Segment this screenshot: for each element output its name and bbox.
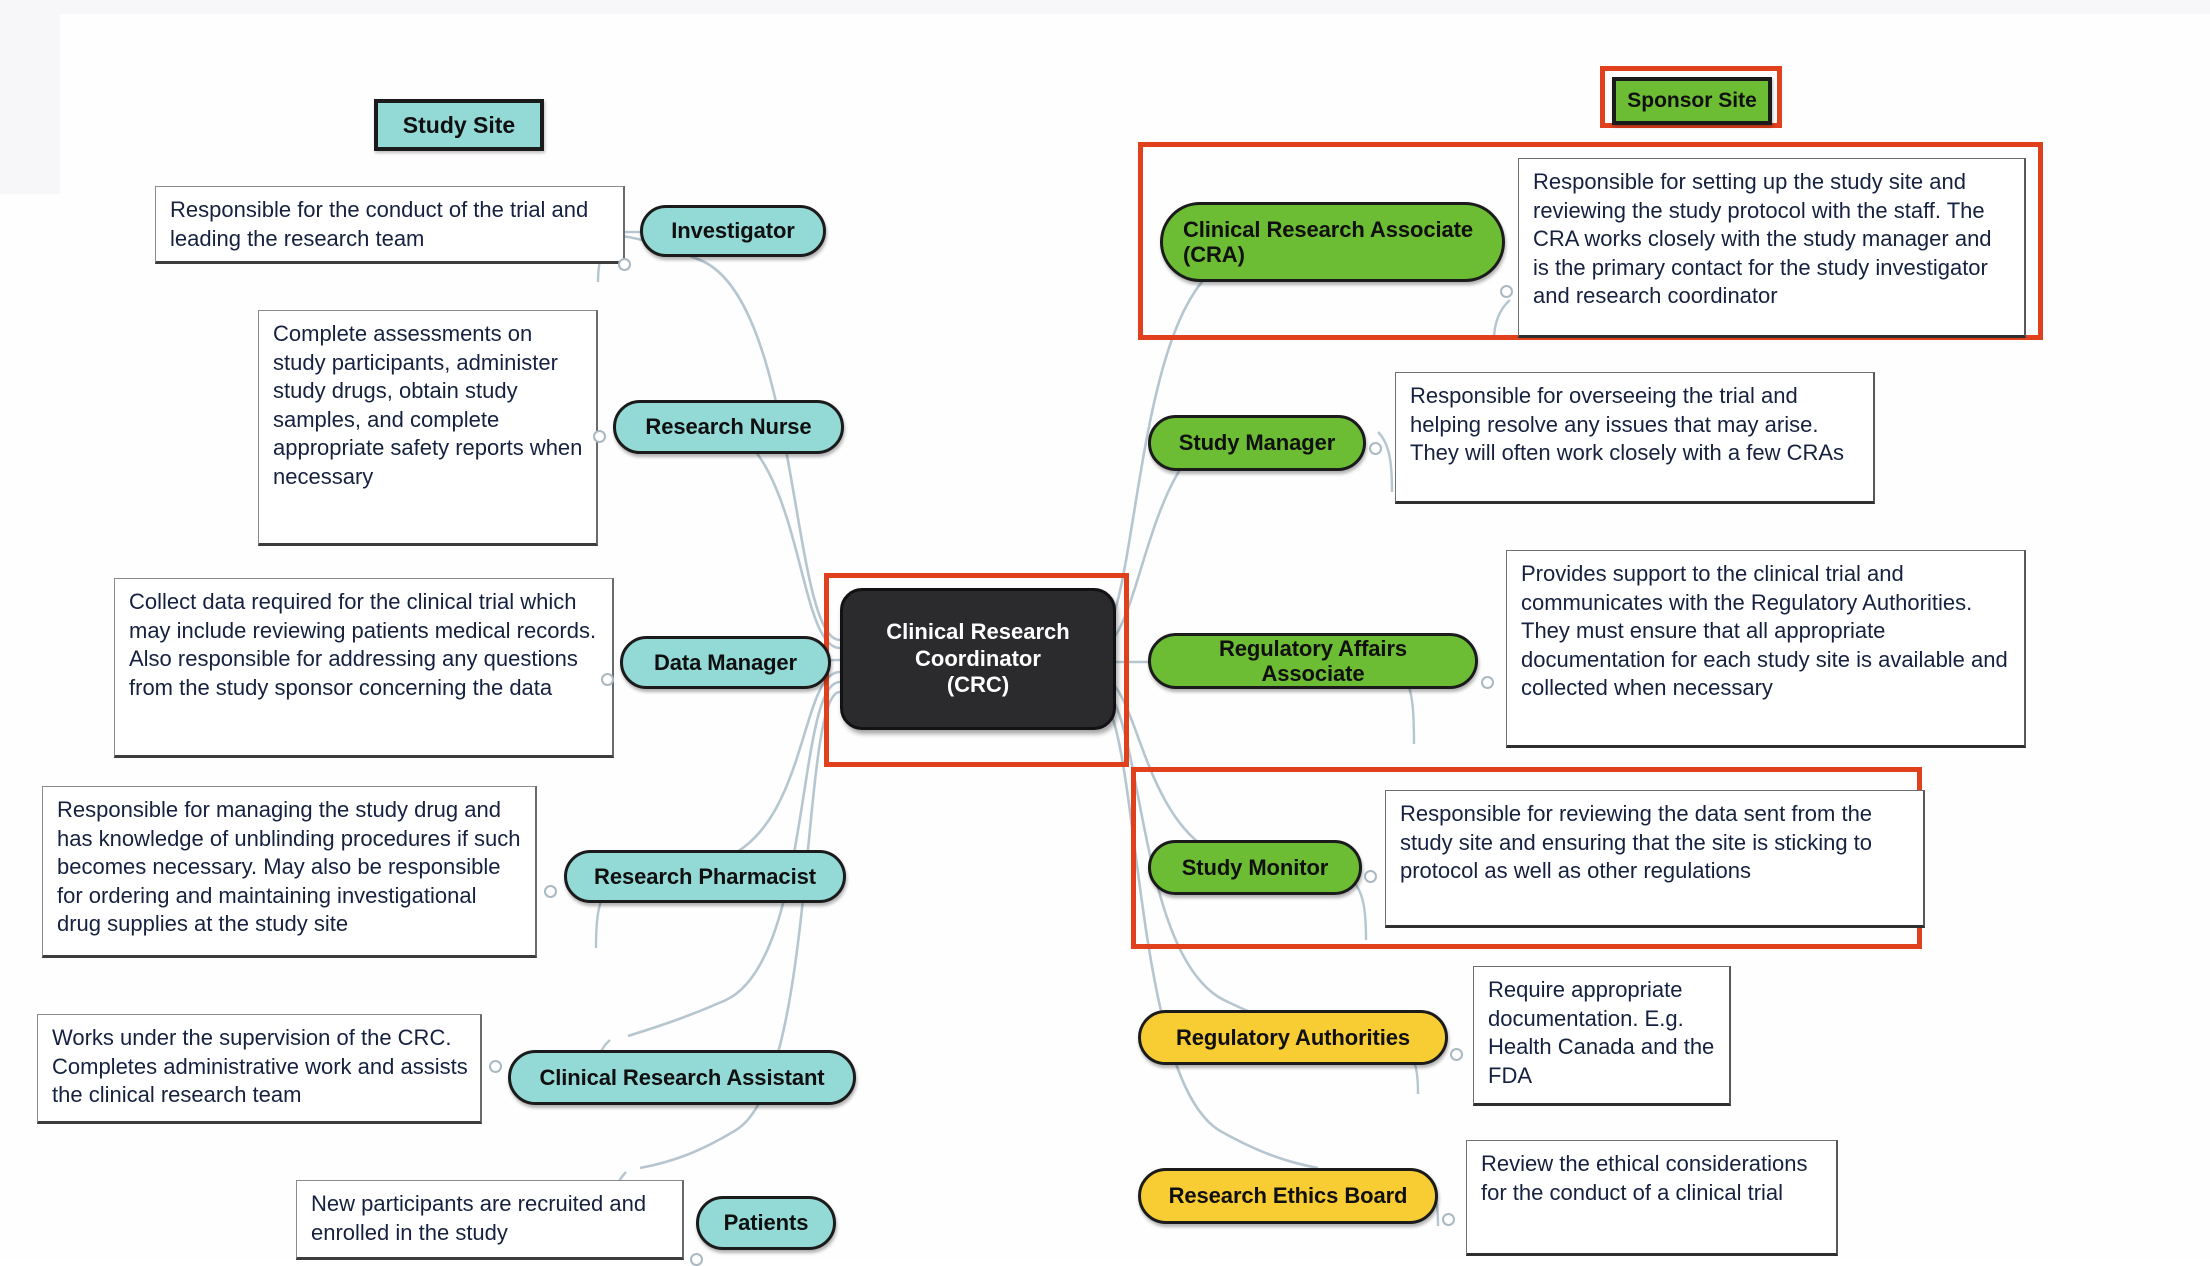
role-node-cra[interactable]: Clinical Research Associate (CRA) — [1160, 202, 1505, 282]
note-regulatory-authorities-text: Require appropriate documentation. E.g. … — [1488, 977, 1715, 1088]
role-node-study-monitor[interactable]: Study Monitor — [1148, 840, 1362, 895]
note-regulatory-affairs-associate: Provides support to the clinical trial a… — [1506, 550, 2026, 748]
note-research-ethics-board-text: Review the ethical considerations for th… — [1481, 1151, 1808, 1205]
note-study-monitor: Responsible for reviewing the data sent … — [1385, 790, 1925, 928]
header-chip-sponsor-site-label: Sponsor Site — [1627, 89, 1757, 112]
central-node-line-3: (CRC) — [946, 672, 1010, 698]
note-research-pharmacist-text: Responsible for managing the study drug … — [57, 797, 521, 937]
role-node-clinical-research-assistant[interactable]: Clinical Research Assistant — [508, 1050, 856, 1105]
role-node-patients-label: Patients — [723, 1210, 809, 1236]
connector-dot-research-ethics-board — [1442, 1213, 1455, 1226]
connector-dot-regulatory-authorities — [1450, 1048, 1463, 1061]
note-research-nurse: Complete assessments on study participan… — [258, 310, 598, 546]
note-research-pharmacist: Responsible for managing the study drug … — [42, 786, 537, 958]
role-node-regulatory-affairs-associate-label: Regulatory Affairs Associate — [1218, 635, 1408, 686]
connector-dot-patients — [690, 1253, 703, 1266]
connector-dot-investigator — [618, 258, 631, 271]
central-node-line-2: Coordinator — [915, 645, 1041, 671]
note-data-manager-text: Collect data required for the clinical t… — [129, 589, 597, 700]
note-clinical-research-assistant: Works under the supervision of the CRC. … — [37, 1014, 482, 1124]
role-node-research-pharmacist[interactable]: Research Pharmacist — [564, 850, 846, 903]
role-node-data-manager[interactable]: Data Manager — [620, 636, 831, 689]
role-node-research-pharmacist-label: Research Pharmacist — [594, 863, 816, 889]
note-study-monitor-text: Responsible for reviewing the data sent … — [1400, 801, 1873, 884]
mindmap-canvas: Study Site Sponsor Site Clinical Researc… — [0, 0, 2210, 1266]
role-node-investigator-label: Investigator — [671, 218, 795, 244]
role-node-clinical-research-assistant-label: Clinical Research Assistant — [539, 1064, 825, 1090]
role-node-research-ethics-board[interactable]: Research Ethics Board — [1138, 1168, 1438, 1224]
connector-dot-research-nurse — [593, 430, 606, 443]
connector-dot-regulatory-affairs-associate — [1481, 676, 1494, 689]
role-node-regulatory-authorities[interactable]: Regulatory Authorities — [1138, 1010, 1448, 1065]
note-investigator: Responsible for the conduct of the trial… — [155, 186, 625, 264]
connector-dot-study-manager — [1369, 442, 1382, 455]
role-node-study-manager[interactable]: Study Manager — [1148, 415, 1366, 471]
note-clinical-research-assistant-text: Works under the supervision of the CRC. … — [52, 1025, 468, 1108]
connector-dot-study-monitor — [1364, 870, 1377, 883]
role-node-regulatory-authorities-label: Regulatory Authorities — [1175, 1024, 1411, 1050]
header-chip-sponsor-site[interactable]: Sponsor Site — [1612, 77, 1772, 125]
role-node-patients[interactable]: Patients — [696, 1196, 836, 1250]
role-node-study-monitor-label: Study Monitor — [1181, 854, 1329, 880]
connector-dot-cra — [1500, 285, 1513, 298]
central-node-crc[interactable]: Clinical Research Coordinator (CRC) — [840, 588, 1116, 730]
note-regulatory-affairs-associate-text: Provides support to the clinical trial a… — [1521, 561, 2008, 701]
note-study-manager: Responsible for overseeing the trial and… — [1395, 372, 1875, 504]
role-node-study-manager-label: Study Manager — [1178, 430, 1336, 456]
role-node-research-ethics-board-label: Research Ethics Board — [1168, 1183, 1408, 1209]
connector-dot-data-manager — [601, 673, 614, 686]
role-node-data-manager-label: Data Manager — [653, 649, 798, 675]
note-patients: New participants are recruited and enrol… — [296, 1180, 684, 1260]
role-node-investigator[interactable]: Investigator — [640, 205, 826, 257]
central-node-crc-text: Clinical Research Coordinator (CRC) — [886, 619, 1069, 699]
central-node-line-1: Clinical Research — [886, 618, 1070, 644]
note-cra-text: Responsible for setting up the study sit… — [1533, 169, 1992, 309]
role-node-regulatory-affairs-associate[interactable]: Regulatory Affairs Associate — [1148, 633, 1478, 689]
header-chip-study-site[interactable]: Study Site — [374, 99, 544, 151]
note-investigator-text: Responsible for the conduct of the trial… — [170, 197, 589, 251]
role-node-cra-label: Clinical Research Associate (CRA) — [1183, 216, 1473, 267]
background-artifact — [0, 14, 60, 194]
note-research-nurse-text: Complete assessments on study participan… — [273, 321, 583, 489]
connector-dot-clinical-research-assistant — [489, 1060, 502, 1073]
background-artifact — [0, 0, 2210, 14]
connector-dot-research-pharmacist — [544, 885, 557, 898]
role-node-research-nurse[interactable]: Research Nurse — [613, 400, 844, 454]
note-cra: Responsible for setting up the study sit… — [1518, 158, 2026, 338]
note-patients-text: New participants are recruited and enrol… — [311, 1191, 647, 1245]
note-regulatory-authorities: Require appropriate documentation. E.g. … — [1473, 966, 1731, 1106]
note-data-manager: Collect data required for the clinical t… — [114, 578, 614, 758]
note-research-ethics-board: Review the ethical considerations for th… — [1466, 1140, 1838, 1256]
role-node-research-nurse-label: Research Nurse — [645, 414, 812, 440]
header-chip-study-site-label: Study Site — [402, 111, 516, 138]
note-study-manager-text: Responsible for overseeing the trial and… — [1410, 383, 1845, 466]
